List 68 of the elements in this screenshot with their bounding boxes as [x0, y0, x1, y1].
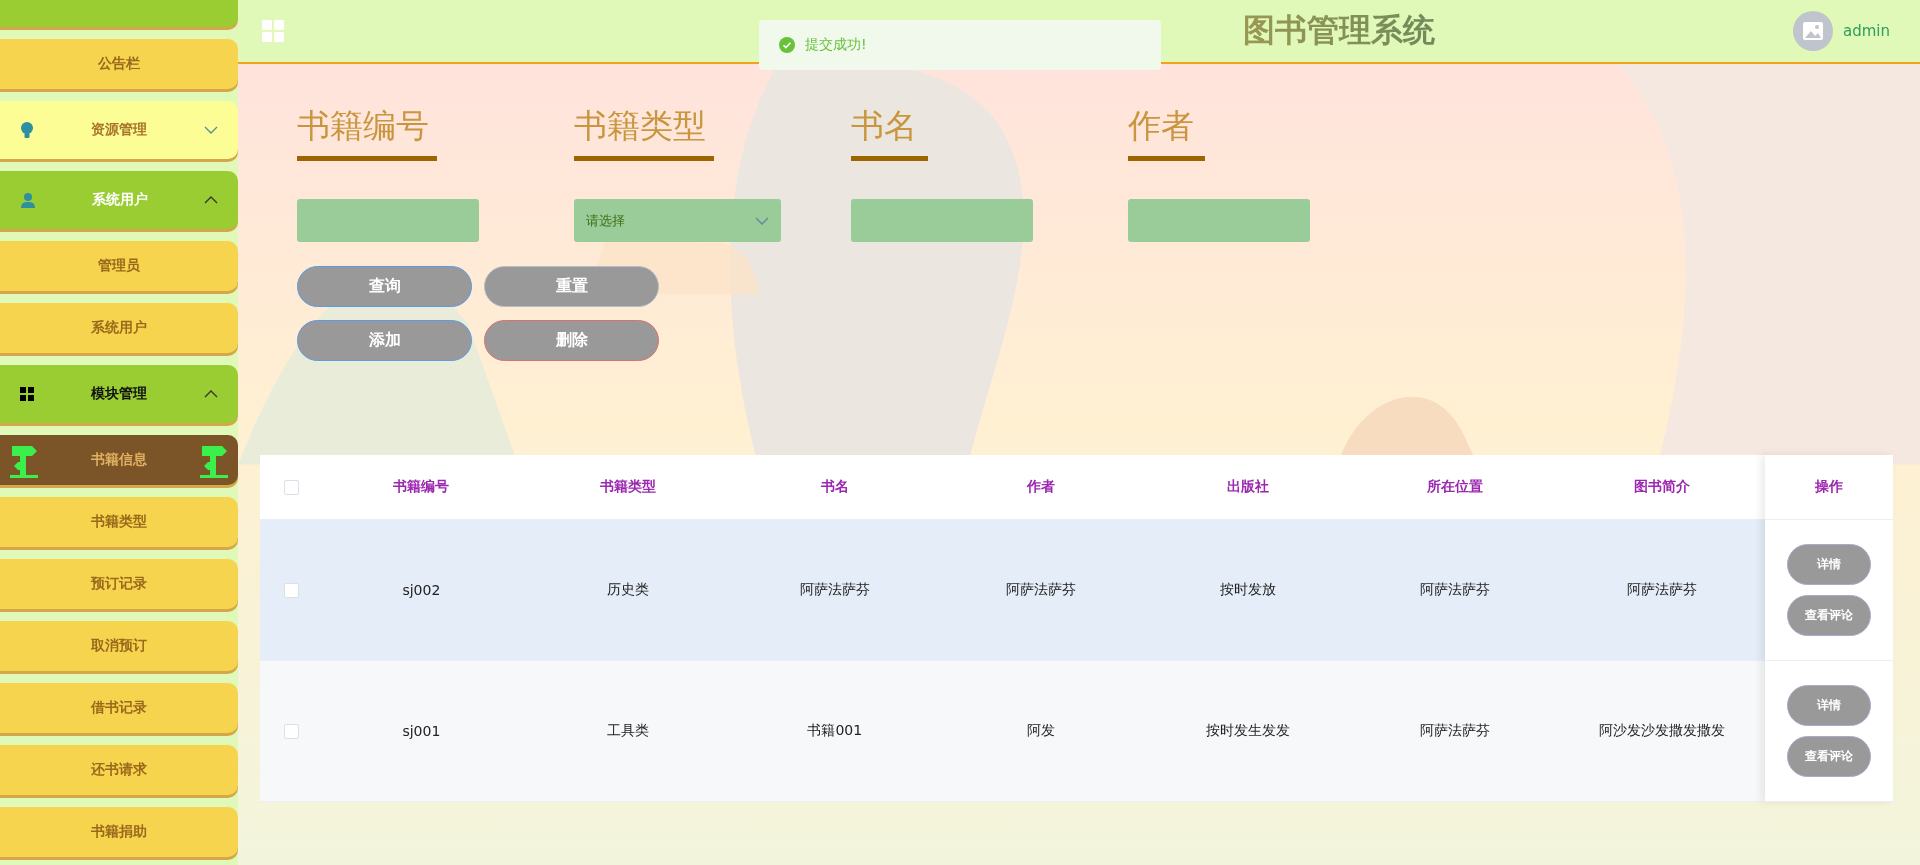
- table-cell-text: 阿发: [1026, 722, 1057, 740]
- row-action-button[interactable]: 查看评论: [1787, 595, 1871, 636]
- sidebar-item[interactable]: 书籍信息: [0, 435, 238, 485]
- action-button[interactable]: 重置: [484, 266, 659, 307]
- select-field[interactable]: 请选择: [574, 199, 781, 242]
- sidebar-item[interactable]: 资源管理: [0, 101, 238, 159]
- user-icon: [20, 192, 36, 208]
- column-header: 书籍类型: [599, 478, 658, 496]
- menu-grid-icon[interactable]: [262, 20, 284, 42]
- sidebar-item[interactable]: 系统用户: [0, 303, 238, 353]
- table-cell-text: 按时发放: [1219, 581, 1278, 599]
- row-action-button[interactable]: 详情: [1787, 685, 1871, 726]
- input-field[interactable]: [851, 199, 1033, 242]
- grid-icon: [20, 387, 34, 401]
- column-header: 作者: [1025, 478, 1057, 496]
- column-header: 操作: [1815, 478, 1843, 496]
- sidebar-item[interactable]: 取消预订: [0, 621, 238, 671]
- chevron-down-icon: [755, 216, 769, 225]
- checkbox[interactable]: [284, 723, 299, 739]
- sidebar-item[interactable]: 公告栏: [0, 39, 238, 89]
- input-field[interactable]: [297, 199, 479, 242]
- table-cell-text: 阿萨法萨芬: [1418, 722, 1491, 740]
- table-cell-text: 工具类: [606, 722, 651, 740]
- sidebar-item[interactable]: 借书记录: [0, 683, 238, 733]
- chevron-up-icon: [204, 390, 218, 398]
- checkbox[interactable]: [284, 479, 299, 495]
- check-circle-icon: [779, 37, 795, 53]
- table-cell-text: 阿萨法萨芬: [1625, 581, 1698, 599]
- table-cell-text: 阿沙发沙发撒发撒发: [1597, 722, 1726, 740]
- sidebar-item[interactable]: 还书请求: [0, 745, 238, 795]
- table-cell-text: 历史类: [606, 581, 651, 599]
- sidebar-item[interactable]: 书籍捐助: [0, 807, 238, 857]
- sidebar-item[interactable]: 管理员: [0, 241, 238, 291]
- column-header: 出版社: [1226, 478, 1271, 496]
- field-label: 书名: [851, 105, 918, 147]
- field-label: 书籍类型: [574, 105, 707, 147]
- chevron-down-icon: [204, 126, 218, 134]
- checkbox[interactable]: [284, 582, 299, 598]
- sidebar-item[interactable]: 预订记录: [0, 559, 238, 609]
- input-field[interactable]: [1128, 199, 1310, 242]
- chevron-up-icon: [204, 196, 218, 204]
- column-header: 书名: [819, 478, 850, 496]
- sidebar-item[interactable]: 模块管理: [0, 365, 238, 423]
- action-button[interactable]: 查询: [297, 266, 472, 307]
- sidebar-item[interactable]: 书籍类型: [0, 497, 238, 547]
- table-row[interactable]: sj001 工具类 书籍001 阿发 按时发生发发 阿萨法萨芬 阿沙发沙发撒发撒发: [260, 661, 1765, 802]
- table-row[interactable]: sj002 历史类 阿萨法萨芬 阿萨法萨芬 按时发放 阿萨法萨芬 阿萨法萨芬: [260, 520, 1765, 661]
- column-header: 所在位置: [1425, 478, 1484, 496]
- table-cell-text: 阿萨法萨芬: [1418, 581, 1491, 599]
- lightbulb-icon: [20, 121, 34, 139]
- row-action-button[interactable]: 查看评论: [1787, 736, 1871, 777]
- table-cell-text: 按时发生发发: [1205, 722, 1292, 740]
- action-button[interactable]: 删除: [484, 320, 659, 361]
- table-cell-text: sj001: [401, 723, 442, 739]
- table-cell-text: 阿萨法萨芬: [798, 581, 871, 599]
- sidebar-item[interactable]: 系统用户: [0, 171, 238, 229]
- action-button[interactable]: 添加: [297, 320, 472, 361]
- row-action-button[interactable]: 详情: [1787, 544, 1871, 585]
- field-label: 作者: [1128, 105, 1195, 147]
- username[interactable]: admin: [1843, 22, 1890, 40]
- avatar[interactable]: [1793, 11, 1833, 51]
- column-header: 图书简介: [1632, 478, 1691, 496]
- table-cell-text: 书籍001: [806, 722, 864, 740]
- table-cell-text: sj002: [401, 582, 442, 598]
- column-header: 书籍编号: [392, 478, 451, 496]
- field-label: 书籍编号: [297, 105, 430, 147]
- toast-message: 提交成功!: [805, 36, 867, 54]
- table-cell-text: 阿萨法萨芬: [1005, 581, 1078, 599]
